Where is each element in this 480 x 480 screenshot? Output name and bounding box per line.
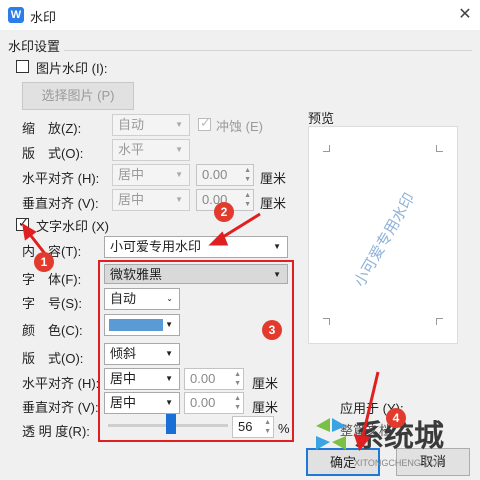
annotation-arrows bbox=[21, 212, 380, 452]
arrow-4 bbox=[360, 371, 380, 441]
annotation-badge-3: 3 bbox=[262, 320, 282, 340]
annotation-badge-2: 2 bbox=[214, 202, 234, 222]
arrow-2-head bbox=[208, 231, 229, 246]
arrow-4-head bbox=[353, 434, 371, 452]
annotation-badge-1: 1 bbox=[34, 252, 54, 272]
annotation-badge-4: 4 bbox=[386, 408, 406, 428]
